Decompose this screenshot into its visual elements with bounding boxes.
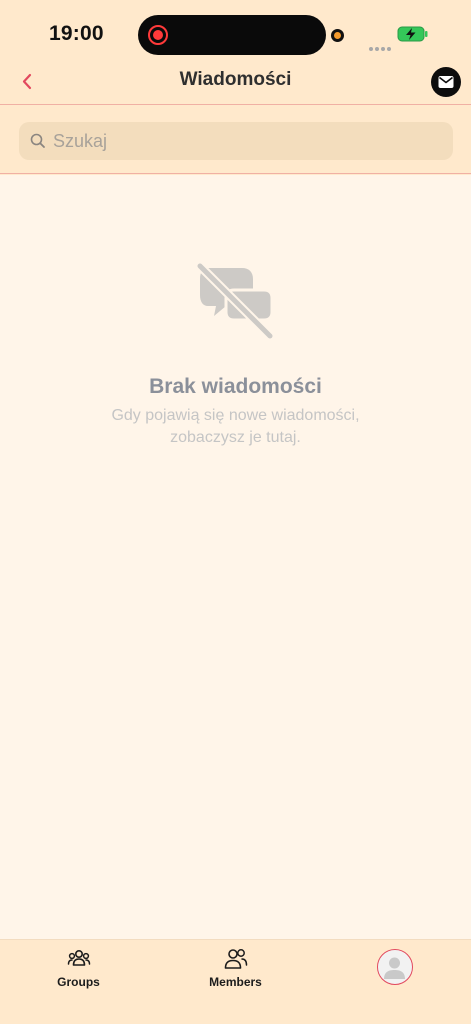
tab-groups[interactable]: Groups — [0, 940, 157, 1010]
chat-off-icon — [196, 262, 277, 340]
recording-dot-icon — [153, 30, 163, 40]
tab-bar: Groups Members — [0, 939, 471, 1024]
groups-icon — [67, 949, 90, 966]
top-area: 19:00 Wiadomości — [0, 0, 471, 175]
empty-state-title: Brak wiadomości — [149, 375, 322, 398]
empty-state-line-2: zobaczysz je tutaj. — [170, 429, 301, 446]
search-icon — [30, 133, 45, 148]
battery-icon — [397, 26, 429, 47]
search-input[interactable] — [53, 122, 443, 160]
mail-button[interactable] — [431, 67, 461, 97]
search-box[interactable] — [19, 122, 453, 160]
status-time: 19:00 — [49, 22, 104, 45]
empty-state-description: Gdy pojawią się nowe wiadomości, zobaczy… — [85, 405, 386, 449]
search-section — [0, 106, 471, 174]
navigation-bar: Wiadomości — [0, 62, 471, 105]
page-title: Wiadomości — [179, 69, 292, 90]
messages-screen: 19:00 Wiadomości Szukaj Brak wiadomości … — [0, 0, 471, 1024]
tab-groups-label: Groups — [57, 975, 100, 989]
tab-profile-avatar[interactable] — [377, 949, 413, 985]
tab-members[interactable]: Members — [157, 940, 314, 1010]
avatar-icon — [384, 957, 405, 979]
microphone-indicator-icon — [331, 29, 344, 42]
envelope-icon — [438, 76, 454, 88]
tab-members-label: Members — [209, 975, 262, 989]
empty-state-line-1: Gdy pojawią się nowe wiadomości, — [111, 407, 360, 424]
members-icon — [224, 949, 247, 969]
signal-icon — [369, 38, 393, 56]
status-bar: 19:00 — [0, 0, 471, 62]
